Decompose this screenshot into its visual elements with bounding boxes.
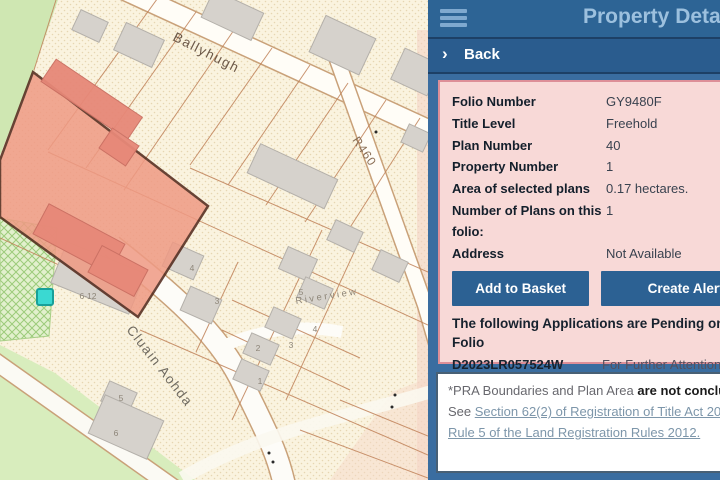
section-62-link[interactable]: Section 62(2) of Registration of Title A… [475, 404, 720, 419]
field-value: Freehold [606, 114, 720, 135]
building-label: 5 [299, 287, 304, 297]
field-value: Not Available [606, 244, 720, 265]
field-label: Address [452, 244, 602, 265]
add-to-basket-button[interactable]: Add to Basket [452, 271, 589, 306]
field-label: Number of Plans on this folio: [452, 201, 602, 243]
field-label: Title Level [452, 114, 602, 135]
building-label: 5 [119, 393, 124, 403]
disclaimer-text: *PRA Boundaries and Plan Area [448, 383, 637, 398]
chevron-right-icon: › [442, 44, 448, 64]
field-value: 40 [606, 136, 720, 157]
back-label: Back [464, 46, 500, 63]
create-alert-button[interactable]: Create Alert [601, 271, 720, 306]
building-label: 3 [215, 296, 220, 306]
field-value: 0.17 hectares. [606, 179, 720, 200]
building-label: 3 [289, 340, 294, 350]
building-label: 6-12 [79, 291, 96, 301]
folio-details-rows: Folio Number GY9480F Title Level Freehol… [452, 92, 720, 264]
field-label: Plan Number [452, 136, 602, 157]
field-value: GY9480F [606, 92, 720, 113]
property-details-app: Ballyhugh R460 Cluain Aohda Riverview 6-… [0, 0, 720, 480]
field-label: Property Number [452, 157, 602, 178]
application-status: For Further Attention [602, 357, 720, 372]
pending-applications-heading: The following Applications are Pending o… [452, 315, 720, 351]
menu-icon[interactable] [440, 9, 467, 28]
map-selection-marker[interactable] [37, 289, 53, 305]
pending-application-row: D2023LR057524W For Further Attention [452, 357, 720, 372]
disclaimer-bold: are not conclusive [637, 383, 720, 398]
building-label: 1 [258, 376, 263, 386]
panel-title: Property Details [583, 5, 720, 29]
field-label: Folio Number [452, 92, 602, 113]
property-details-panel: Property Details › Back Folio Number GY9… [428, 0, 720, 480]
building-label: 2 [256, 343, 261, 353]
building-label: 4 [190, 263, 195, 273]
folio-details-card: Folio Number GY9480F Title Level Freehol… [438, 80, 720, 364]
rule-5-link[interactable]: Rule 5 of the Land Registration Rules 20… [448, 425, 700, 440]
building-label: 6 [114, 428, 119, 438]
action-buttons: Add to Basket Create Alert [452, 271, 720, 306]
field-label: Area of selected plans [452, 179, 602, 200]
cadastral-map[interactable]: Ballyhugh R460 Cluain Aohda Riverview 6-… [0, 0, 428, 480]
back-button[interactable]: › Back [428, 39, 720, 74]
map-viewport[interactable]: Ballyhugh R460 Cluain Aohda Riverview 6-… [0, 0, 428, 480]
building-label: 4 [313, 324, 318, 334]
boundaries-disclaimer: *PRA Boundaries and Plan Area are not co… [436, 372, 720, 473]
application-number: D2023LR057524W [452, 357, 602, 372]
field-value: 1 [606, 157, 720, 178]
panel-header: Property Details [428, 0, 720, 39]
field-value: 1 [606, 201, 720, 243]
